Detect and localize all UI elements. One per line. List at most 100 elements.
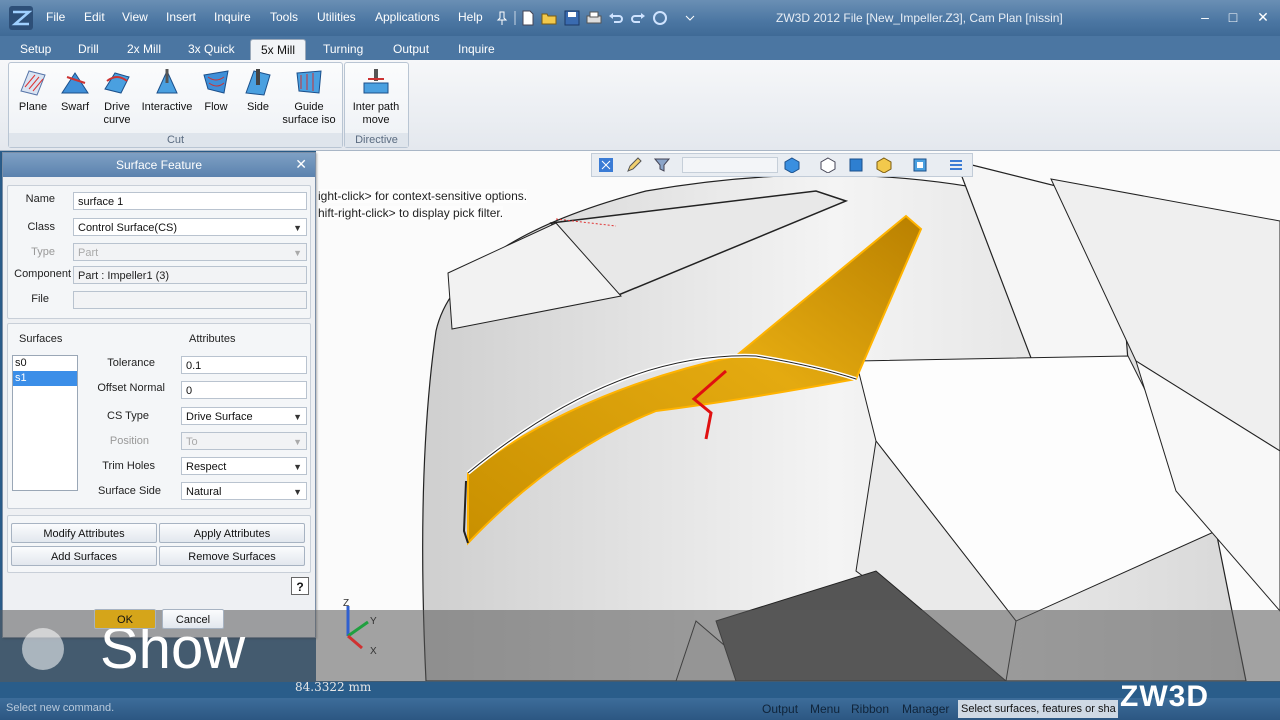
trim-holes-select[interactable]: Respect ▼ — [181, 457, 307, 475]
tab-2x-mill[interactable]: 2x Mill — [117, 39, 171, 60]
tolerance-field[interactable]: 0.1 — [181, 356, 307, 374]
print-icon[interactable] — [586, 10, 602, 26]
drive-curve-button[interactable]: Drive curve — [97, 67, 137, 127]
flow-button[interactable]: Flow — [197, 67, 235, 114]
directive-group-label: Directive — [345, 133, 408, 147]
save-icon[interactable] — [564, 10, 580, 26]
menu-insert[interactable]: Insert — [166, 10, 196, 24]
menu-utilities[interactable]: Utilities — [317, 10, 356, 24]
offset-normal-label: Offset Normal — [97, 382, 165, 394]
minimize-icon[interactable]: – — [1196, 8, 1214, 26]
chevron-down-icon[interactable] — [682, 10, 698, 26]
guide-label-1: Guide — [294, 101, 324, 113]
dialog-close-icon[interactable]: ✕ — [295, 156, 307, 173]
view-options-icon[interactable] — [948, 157, 964, 173]
inter-path-move-button[interactable]: Inter path move — [347, 67, 405, 127]
attributes-label: Attributes — [189, 333, 236, 345]
pick-filter-icon[interactable] — [598, 157, 614, 173]
status-tab-manager[interactable]: Manager — [902, 702, 949, 716]
menu-tools[interactable]: Tools — [270, 10, 298, 24]
trim-holes-label: Trim Holes — [102, 460, 155, 472]
add-surfaces-button[interactable]: Add Surfaces — [11, 546, 157, 566]
flow-label: Flow — [204, 101, 228, 113]
undo-icon[interactable] — [608, 10, 624, 26]
ok-button[interactable]: OK — [94, 609, 156, 629]
menu-edit[interactable]: Edit — [84, 10, 105, 24]
viewport-hint-line1: ight-click> for context-sensitive option… — [318, 189, 528, 203]
remove-surfaces-button[interactable]: Remove Surfaces — [159, 546, 305, 566]
surfaces-list[interactable]: s0 s1 — [12, 355, 78, 491]
status-tab-output[interactable]: Output — [762, 702, 798, 716]
tab-3x-quick[interactable]: 3x Quick — [178, 39, 245, 60]
app-logo-icon[interactable] — [8, 5, 34, 31]
status-tab-menu[interactable]: Menu — [810, 702, 840, 716]
plane-button[interactable]: Plane — [13, 67, 53, 114]
axis-z-label: Z — [343, 598, 350, 609]
pencil-icon[interactable] — [626, 157, 642, 173]
inter-path-move-icon — [363, 69, 389, 94]
interactive-label: Interactive — [141, 101, 193, 113]
help-button[interactable]: ? — [291, 577, 309, 595]
render-mode-icon[interactable] — [876, 157, 892, 173]
surfaces-label: Surfaces — [19, 333, 63, 345]
view-toolbar — [591, 153, 973, 177]
open-folder-icon[interactable] — [541, 10, 557, 26]
side-button[interactable]: Side — [239, 67, 277, 114]
menu-view[interactable]: View — [122, 10, 148, 24]
drive-curve-label-1: Drive — [104, 101, 130, 113]
tab-5x-mill[interactable]: 5x Mill — [250, 39, 307, 61]
ribbon-panel: Plane Swarf Drive curve Interactive Flow… — [0, 60, 1280, 151]
menu-inquire[interactable]: Inquire — [214, 10, 251, 24]
zoom-fit-icon[interactable] — [912, 157, 928, 173]
brand-logo: ZW3D — [1120, 680, 1209, 713]
position-value: To — [186, 436, 198, 448]
list-item[interactable]: s0 — [13, 356, 77, 371]
maximize-icon[interactable]: □ — [1224, 8, 1242, 26]
filter-input[interactable] — [682, 157, 778, 173]
swarf-label: Swarf — [60, 101, 90, 113]
tab-drill[interactable]: Drill — [68, 39, 109, 60]
component-field: Part : Impeller1 (3) — [73, 266, 307, 284]
chevron-down-icon: ▼ — [293, 437, 302, 447]
inter-path-label-1: Inter path — [352, 101, 400, 113]
status-tab-ribbon[interactable]: Ribbon — [851, 702, 889, 716]
interactive-button[interactable]: Interactive — [139, 67, 195, 114]
swarf-button[interactable]: Swarf — [55, 67, 95, 114]
menu-help[interactable]: Help — [458, 10, 483, 24]
offset-normal-field[interactable]: 0 — [181, 381, 307, 399]
menu-applications[interactable]: Applications — [375, 10, 440, 24]
menu-file[interactable]: File — [46, 10, 65, 24]
graphics-viewport[interactable] — [316, 151, 1280, 681]
list-item-selected[interactable]: s1 — [13, 371, 77, 386]
filter-icon[interactable] — [654, 157, 670, 173]
component-label: Component — [14, 268, 71, 280]
modify-attributes-button[interactable]: Modify Attributes — [11, 523, 157, 543]
plane-label: Plane — [18, 101, 48, 113]
regenerate-icon[interactable] — [652, 10, 668, 26]
tab-inquire[interactable]: Inquire — [448, 39, 505, 60]
coordinate-readout: 84.3322 mm — [295, 680, 372, 694]
flow-icon — [203, 70, 229, 94]
class-select[interactable]: Control Surface(CS) ▼ — [73, 218, 307, 236]
new-file-icon[interactable] — [520, 10, 536, 26]
wireframe-icon[interactable] — [820, 157, 836, 173]
view-cube-icon[interactable] — [784, 157, 800, 173]
tab-setup[interactable]: Setup — [10, 39, 61, 60]
close-icon[interactable]: ✕ — [1254, 8, 1272, 26]
apply-attributes-button[interactable]: Apply Attributes — [159, 523, 305, 543]
impeller-model — [316, 151, 1280, 681]
guide-surface-iso-button[interactable]: Guide surface iso — [279, 67, 339, 127]
tab-turning[interactable]: Turning — [313, 39, 373, 60]
window-title: ZW3D 2012 File [New_Impeller.Z3], Cam Pl… — [776, 11, 1063, 25]
name-field[interactable]: surface 1 — [73, 192, 307, 210]
surface-side-select[interactable]: Natural ▼ — [181, 482, 307, 500]
title-bar: File Edit View Insert Inquire Tools Util… — [0, 0, 1280, 36]
shaded-icon[interactable] — [848, 157, 864, 173]
axis-x-label: X — [370, 646, 377, 657]
cancel-button[interactable]: Cancel — [162, 609, 224, 629]
cs-type-select[interactable]: Drive Surface ▼ — [181, 407, 307, 425]
redo-icon[interactable] — [630, 10, 646, 26]
position-label: Position — [109, 435, 149, 447]
side-label: Side — [246, 101, 270, 113]
tab-output[interactable]: Output — [383, 39, 439, 60]
